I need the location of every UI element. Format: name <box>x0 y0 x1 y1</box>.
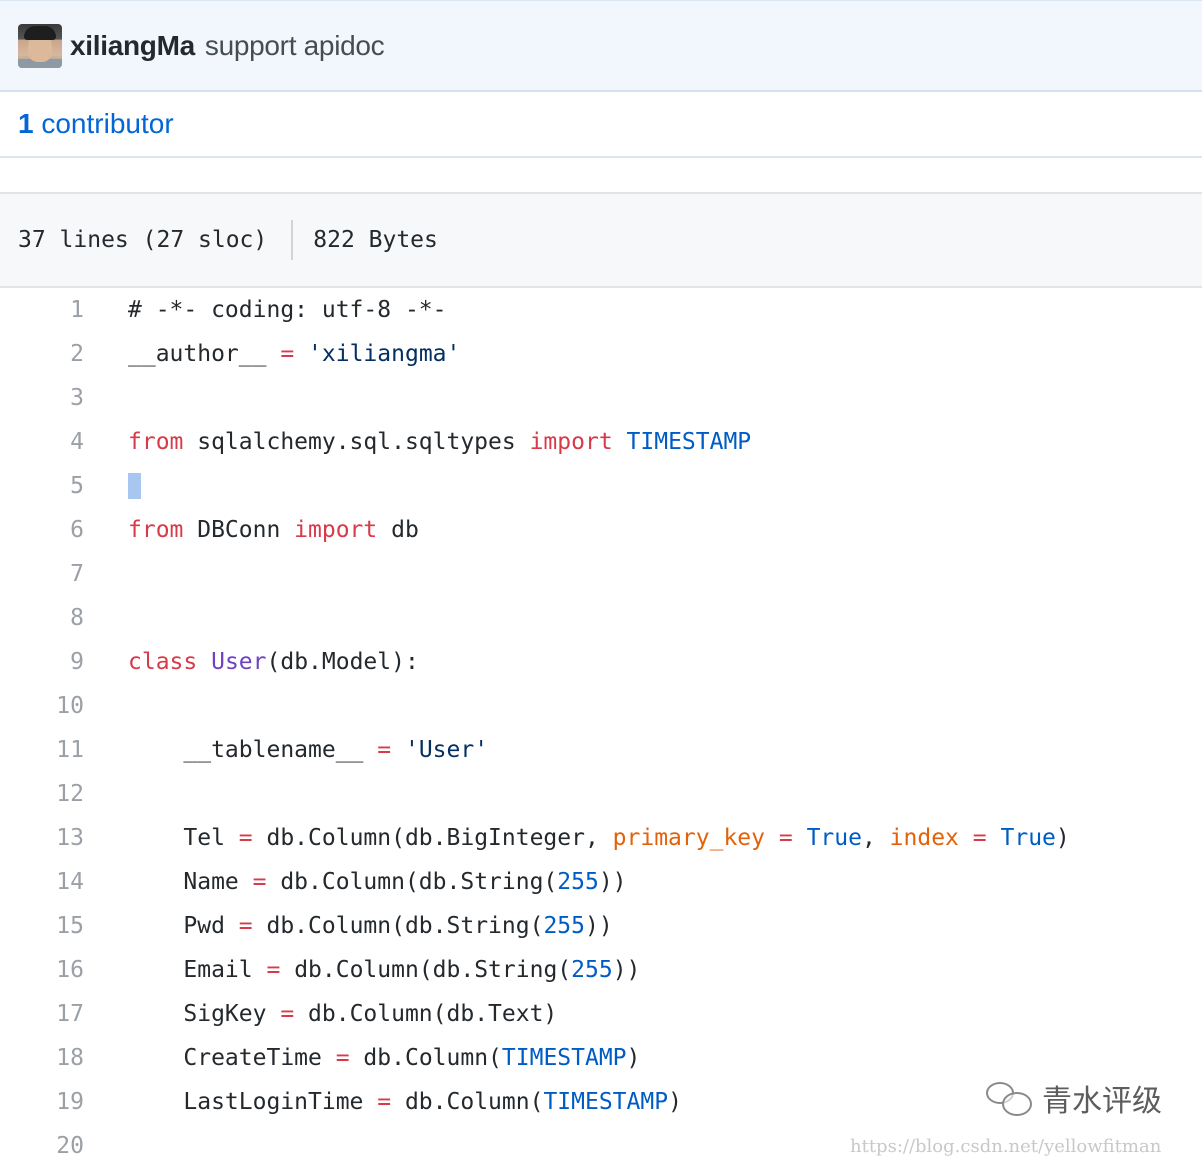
line-number[interactable]: 6 <box>0 517 84 543</box>
line-source: Email = db.Column(db.String(255)) <box>128 957 641 983</box>
text-cursor <box>128 473 141 500</box>
contributor-label: contributor <box>41 108 174 139</box>
file-info-divider <box>291 220 294 260</box>
line-number[interactable]: 3 <box>0 385 84 411</box>
contributors-bar: 1 contributor <box>0 92 1202 158</box>
contributor-count: 1 <box>18 108 34 139</box>
line-source: class User(db.Model): <box>128 649 419 675</box>
latest-commit-bar: xiliangMa support apidoc <box>0 0 1202 92</box>
line-number[interactable]: 14 <box>0 869 84 895</box>
line-number[interactable]: 1 <box>0 297 84 323</box>
code-line: 12 <box>0 772 1202 816</box>
line-number[interactable]: 19 <box>0 1089 84 1115</box>
line-number[interactable]: 16 <box>0 957 84 983</box>
code-line: 11 __tablename__ = 'User' <box>0 728 1202 772</box>
code-line: 3 <box>0 376 1202 420</box>
code-line: 7 <box>0 552 1202 596</box>
wechat-icon <box>986 1078 1036 1118</box>
author-avatar[interactable] <box>18 23 62 68</box>
code-line: 6 from DBConn import db <box>0 508 1202 552</box>
code-line: 1 # -*- coding: utf-8 -*- <box>0 288 1202 332</box>
line-source: __author__ = 'xiliangma' <box>128 341 461 367</box>
line-source: CreateTime = db.Column(TIMESTAMP) <box>128 1045 641 1071</box>
code-line: 14 Name = db.Column(db.String(255)) <box>0 860 1202 904</box>
line-source: # -*- coding: utf-8 -*- <box>128 297 447 323</box>
code-line: 2 __author__ = 'xiliangma' <box>0 332 1202 376</box>
watermark-brand: 青水评级 <box>1042 1084 1162 1119</box>
line-source: __tablename__ = 'User' <box>128 737 489 763</box>
code-line: 10 <box>0 684 1202 728</box>
line-number[interactable]: 17 <box>0 1001 84 1027</box>
line-number[interactable]: 10 <box>0 693 84 719</box>
line-number[interactable]: 12 <box>0 781 84 807</box>
line-source: SigKey = db.Column(db.Text) <box>128 1001 558 1027</box>
code-line: 17 SigKey = db.Column(db.Text) <box>0 992 1202 1036</box>
line-number[interactable]: 8 <box>0 605 84 631</box>
line-source: from DBConn import db <box>128 517 419 543</box>
code-line: 15 Pwd = db.Column(db.String(255)) <box>0 904 1202 948</box>
file-line-count: 37 lines (27 sloc) <box>18 227 268 253</box>
line-source: LastLoginTime = db.Column(TIMESTAMP) <box>128 1089 682 1115</box>
contributors-link[interactable]: 1 contributor <box>18 108 174 140</box>
line-number[interactable]: 18 <box>0 1045 84 1071</box>
line-number[interactable]: 20 <box>0 1133 84 1159</box>
wechat-watermark: 青水评级 <box>986 1076 1162 1120</box>
code-line: 13 Tel = db.Column(db.BigInteger, primar… <box>0 816 1202 860</box>
line-source: Tel = db.Column(db.BigInteger, primary_k… <box>128 825 1070 851</box>
file-info-header: 37 lines (27 sloc) 822 Bytes <box>0 192 1202 288</box>
line-number[interactable]: 4 <box>0 429 84 455</box>
line-number[interactable]: 7 <box>0 561 84 587</box>
line-source: Name = db.Column(db.String(255)) <box>128 869 627 895</box>
line-source: from sqlalchemy.sql.sqltypes import TIME… <box>128 429 752 455</box>
line-number[interactable]: 2 <box>0 341 84 367</box>
code-line: 9 class User(db.Model): <box>0 640 1202 684</box>
line-number[interactable]: 15 <box>0 913 84 939</box>
line-source <box>128 473 141 500</box>
line-source: Pwd = db.Column(db.String(255)) <box>128 913 613 939</box>
code-line: 5 <box>0 464 1202 508</box>
line-number[interactable]: 5 <box>0 473 84 499</box>
file-size: 822 Bytes <box>313 227 438 253</box>
code-line: 4 from sqlalchemy.sql.sqltypes import TIM… <box>0 420 1202 464</box>
code-line: 8 <box>0 596 1202 640</box>
line-number[interactable]: 11 <box>0 737 84 763</box>
commit-author-link[interactable]: xiliangMa <box>70 30 195 62</box>
code-line: 16 Email = db.Column(db.String(255)) <box>0 948 1202 992</box>
code-view: 1 # -*- coding: utf-8 -*- 2 __author__ = 'x… <box>0 288 1202 1168</box>
commit-message-link[interactable]: support apidoc <box>205 30 385 62</box>
watermark-url: https://blog.csdn.net/yellowfitman <box>850 1136 1162 1157</box>
line-number[interactable]: 13 <box>0 825 84 851</box>
line-number[interactable]: 9 <box>0 649 84 675</box>
code-line: 18 CreateTime = db.Column(TIMESTAMP) <box>0 1036 1202 1080</box>
